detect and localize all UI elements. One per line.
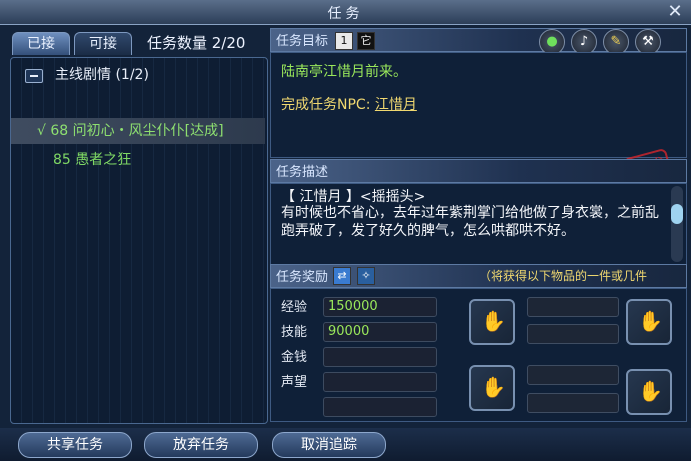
money-value bbox=[323, 347, 437, 367]
reward-exp-icon[interactable]: ⇄ bbox=[333, 267, 351, 285]
quest-window: 任务 ✕ 已接 可接 任务数量 2/20 主线剧情 (1/2) √ 68 问初心… bbox=[0, 0, 691, 461]
pet-icon[interactable]: 它 bbox=[357, 32, 375, 50]
reward-bar-3 bbox=[527, 365, 619, 385]
desc-body: 【 江惜月 】<摇摇头> 有时候也不省心，去年过年紫荆掌门给他做了身衣裳，之前乱… bbox=[270, 183, 687, 265]
npc-name-link[interactable]: 江惜月 bbox=[375, 97, 417, 113]
tab-accepted[interactable]: 已接 bbox=[12, 32, 70, 55]
exp-label: 经验 bbox=[281, 300, 308, 315]
reward-header-label: 任务奖励 bbox=[276, 270, 329, 285]
skill-label: 技能 bbox=[281, 325, 308, 340]
quest-item-1[interactable]: √ 68 问初心・风尘仆仆[达成] bbox=[11, 118, 265, 144]
reward-item-icon[interactable]: ✧ bbox=[357, 267, 375, 285]
target-text: 陆南亭江惜月前来。 bbox=[281, 64, 407, 80]
reward-slot-3[interactable] bbox=[469, 365, 515, 411]
extra-value bbox=[323, 397, 437, 417]
reward-bar-4 bbox=[527, 393, 619, 413]
tab-available[interactable]: 可接 bbox=[74, 32, 132, 55]
exp-value: 150000 bbox=[323, 297, 437, 317]
abandon-quest-button[interactable]: 放弃任务 bbox=[144, 432, 258, 458]
quest-list: 主线剧情 (1/2) √ 68 问初心・风尘仆仆[达成] 85 愚者之狂 bbox=[10, 57, 268, 424]
title-bar: 任务 ✕ bbox=[0, 0, 691, 25]
target-header: 任务目标 1 它 ● ♪ ✎ ⚒ bbox=[270, 28, 687, 55]
category-label: 主线剧情 (1/2) bbox=[55, 67, 149, 83]
scroll-thumb[interactable] bbox=[671, 204, 683, 224]
desc-header-label: 任务描述 bbox=[276, 165, 329, 180]
category-row[interactable]: 主线剧情 (1/2) bbox=[11, 62, 265, 88]
desc-scrollbar[interactable] bbox=[671, 186, 683, 262]
quest-item-2[interactable]: 85 愚者之狂 bbox=[11, 147, 265, 173]
desc-speaker: 【 江惜月 】<摇摇头> bbox=[281, 189, 426, 205]
reward-slot-2[interactable] bbox=[626, 299, 672, 345]
untrack-quest-button[interactable]: 取消追踪 bbox=[272, 432, 386, 458]
reward-header: 任务奖励 ⇄ ✧ （将获得以下物品的一件或几件 bbox=[270, 264, 687, 288]
bottom-bar: 共享任务 放弃任务 取消追踪 bbox=[0, 428, 691, 461]
reward-bar-1 bbox=[527, 297, 619, 317]
reward-slot-1[interactable] bbox=[469, 299, 515, 345]
share-quest-button[interactable]: 共享任务 bbox=[18, 432, 132, 458]
money-label: 金钱 bbox=[281, 350, 308, 365]
collapse-icon[interactable] bbox=[25, 69, 43, 83]
prestige-label: 声望 bbox=[281, 375, 308, 390]
reward-bar-2 bbox=[527, 324, 619, 344]
skill-value: 90000 bbox=[323, 322, 437, 342]
target-body: 陆南亭江惜月前来。 完成任务NPC: 江惜月 完成 bbox=[270, 52, 687, 189]
reward-body: 经验 150000 技能 90000 金钱 声望 bbox=[270, 288, 687, 422]
desc-text: 有时候也不省心，去年过年紫荆掌门给他做了身衣裳，之前乱跑弄破了，发了好久的脾气，… bbox=[281, 205, 659, 239]
npc-label: 完成任务NPC: bbox=[281, 97, 375, 113]
target-header-label: 任务目标 bbox=[276, 34, 329, 49]
number-one-icon[interactable]: 1 bbox=[335, 32, 353, 50]
reward-slot-4[interactable] bbox=[626, 369, 672, 415]
close-icon[interactable]: ✕ bbox=[665, 2, 685, 22]
desc-header: 任务描述 bbox=[270, 159, 687, 183]
quest-list-panel: 已接 可接 任务数量 2/20 主线剧情 (1/2) √ 68 问初心・风尘仆仆… bbox=[10, 30, 268, 424]
window-title: 任务 bbox=[327, 6, 364, 22]
quest-item-label: 85 愚者之狂 bbox=[53, 152, 132, 168]
quest-count: 任务数量 2/20 bbox=[147, 34, 246, 52]
prestige-value bbox=[323, 372, 437, 392]
quest-item-label: √ 68 问初心・风尘仆仆[达成] bbox=[37, 123, 224, 139]
reward-note: （将获得以下物品的一件或几件 bbox=[479, 269, 648, 283]
